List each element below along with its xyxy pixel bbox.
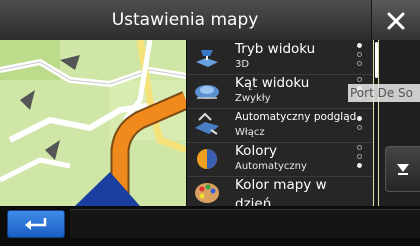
bottom-bar [0,206,420,246]
setting-colors[interactable]: Kolory Automatyczny [187,142,373,177]
day-map-color-palette-icon [195,183,219,203]
back-button[interactable] [7,210,65,238]
setting-auto-overview[interactable]: Automatyczny podgląd Włącz [187,108,373,143]
setting-value: Automatyczny [235,161,307,172]
option-indicator [357,145,365,172]
settings-list: Tryb widoku 3D Kąt widoku Zwykły Automat… [186,40,373,206]
scroll-down-button[interactable] [385,146,420,192]
option-indicator [357,43,365,70]
setting-value: Włącz [235,127,265,138]
scroll-down-icon [397,164,409,175]
setting-value: Zwykły [235,93,271,104]
close-button[interactable] [371,0,420,40]
setting-value: dzień [235,196,272,206]
setting-label: Kąt widoku [235,75,310,91]
map-place-label: Port De So [348,84,420,102]
status-bar [70,209,420,238]
viewing-angle-icon [195,85,219,99]
setting-label: Kolor mapy w [235,177,327,193]
auto-overview-icon [195,112,219,135]
page-title: Ustawienia mapy [111,10,259,30]
day-night-colors-icon [197,149,217,169]
scrollbar-thumb[interactable] [375,42,378,78]
title-bar: Ustawienia mapy [0,0,420,41]
setting-label: Kolory [235,143,277,159]
setting-day-map-color[interactable]: Kolor mapy w dzień [187,176,373,206]
setting-viewing-angle[interactable]: Kąt widoku Zwykły [187,74,373,109]
setting-label: Automatyczny podgląd [235,111,357,123]
option-indicator [357,116,365,134]
setting-view-mode[interactable]: Tryb widoku 3D [187,40,373,75]
back-arrow-icon [25,218,47,230]
setting-label: Tryb widoku [235,41,316,57]
close-icon [387,12,405,30]
map-view-mode-icon [196,50,218,67]
setting-value: 3D [235,59,250,70]
